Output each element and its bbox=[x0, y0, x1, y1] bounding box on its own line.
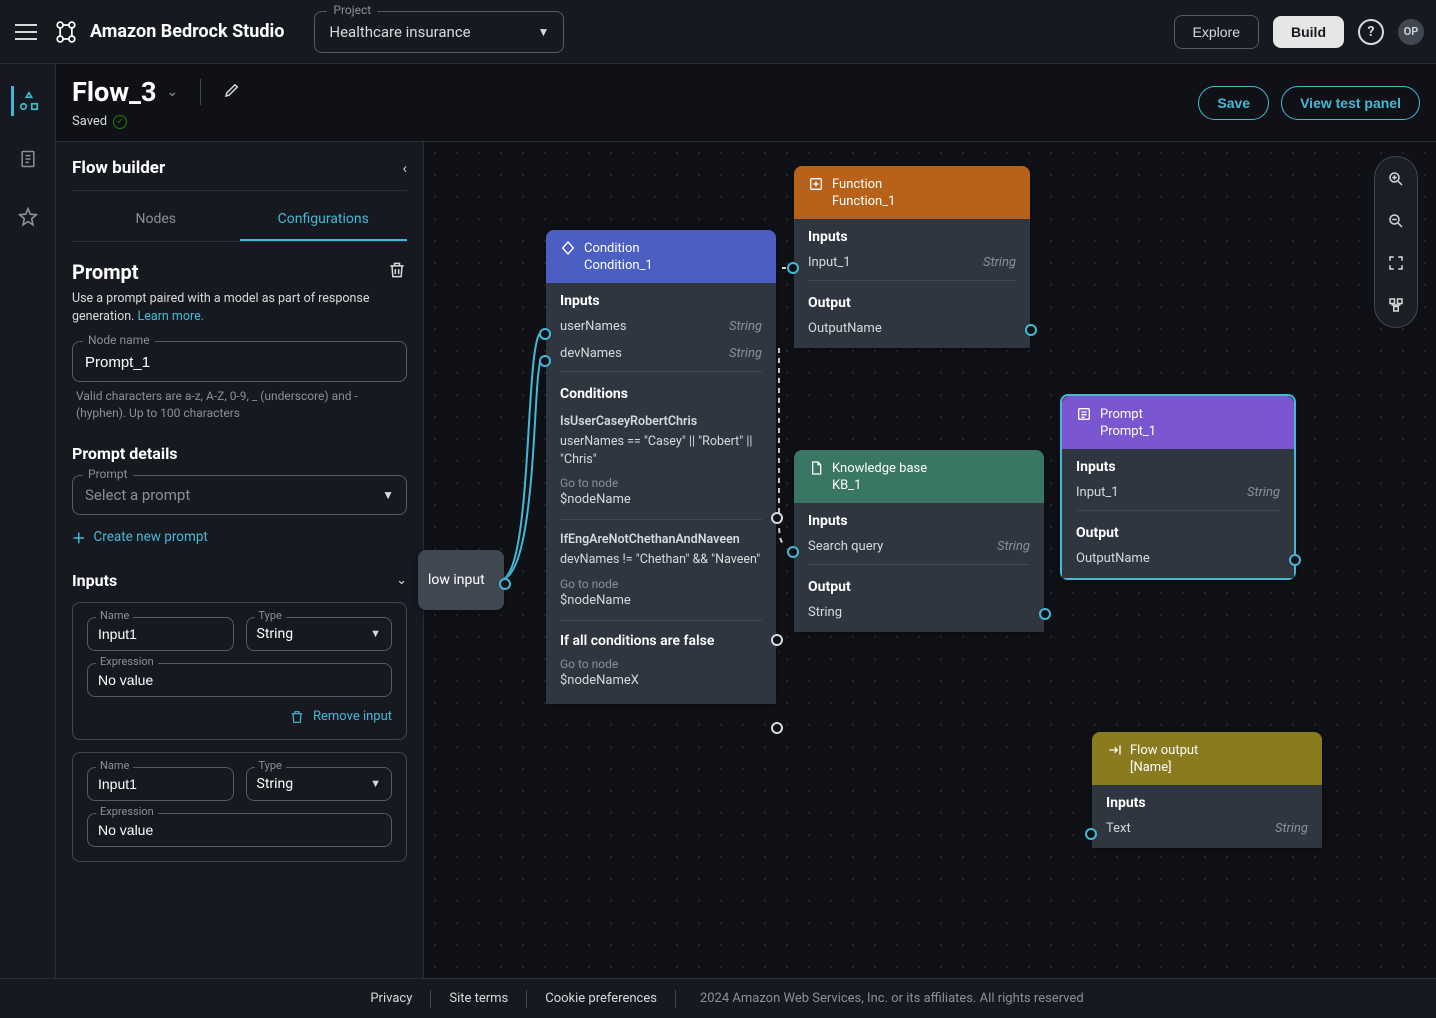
node-name-input[interactable] bbox=[85, 354, 394, 371]
flow-name: Flow_3 bbox=[72, 76, 157, 108]
output-port[interactable] bbox=[771, 634, 783, 646]
save-button[interactable]: Save bbox=[1198, 86, 1269, 120]
avatar[interactable]: OP bbox=[1398, 19, 1424, 45]
input-port[interactable] bbox=[787, 546, 799, 558]
footer-copyright: 2024 Amazon Web Services, Inc. or its af… bbox=[676, 991, 1084, 1006]
input-card: Name Type String ▼ Expression bbox=[72, 752, 407, 862]
delete-node-icon[interactable] bbox=[387, 260, 407, 284]
prompt-node[interactable]: Prompt Prompt_1 Inputs Input_1String Out… bbox=[1060, 394, 1296, 580]
fit-screen-icon[interactable] bbox=[1386, 253, 1406, 273]
rail-docs-icon[interactable] bbox=[13, 144, 43, 174]
check-icon: ✓ bbox=[113, 115, 127, 129]
output-port[interactable] bbox=[771, 512, 783, 524]
prompt-details-heading: Prompt details bbox=[72, 444, 407, 463]
saved-status: Saved ✓ bbox=[72, 114, 241, 129]
footer-terms[interactable]: Site terms bbox=[431, 991, 526, 1006]
trash-icon bbox=[289, 709, 305, 725]
project-selector[interactable]: Project Healthcare insurance ▼ bbox=[314, 11, 564, 53]
input-port[interactable] bbox=[539, 355, 551, 367]
rail-star-icon[interactable] bbox=[13, 202, 43, 232]
flow-canvas[interactable]: low input Condition Condition_1 Inputs u… bbox=[424, 142, 1436, 978]
create-prompt-link[interactable]: ＋ Create new prompt bbox=[72, 527, 407, 547]
flow-chevron-icon[interactable]: ⌄ bbox=[167, 84, 179, 100]
rail-flows-icon[interactable] bbox=[11, 86, 41, 116]
input-port[interactable] bbox=[1085, 828, 1097, 840]
build-button[interactable]: Build bbox=[1273, 16, 1344, 48]
condition-icon bbox=[560, 240, 576, 256]
remove-input-link[interactable]: Remove input bbox=[87, 709, 392, 725]
chevron-down-icon: ▼ bbox=[370, 627, 381, 640]
tab-configurations[interactable]: Configurations bbox=[240, 199, 408, 241]
learn-more-link[interactable]: Learn more. bbox=[138, 309, 205, 324]
node-name-hint: Valid characters are a-z, A-Z, 0-9, _ (u… bbox=[72, 388, 407, 422]
output-port[interactable] bbox=[1039, 608, 1051, 620]
zoom-controls bbox=[1374, 156, 1418, 328]
app-title: Amazon Bedrock Studio bbox=[90, 21, 284, 42]
footer-privacy[interactable]: Privacy bbox=[352, 991, 430, 1006]
knowledge-base-node[interactable]: Knowledge base KB_1 Inputs Search queryS… bbox=[794, 450, 1044, 632]
flow-output-node[interactable]: Flow output [Name] Inputs TextString bbox=[1092, 732, 1322, 848]
footer-cookies[interactable]: Cookie preferences bbox=[527, 991, 675, 1006]
input-expression-field[interactable]: Expression bbox=[87, 663, 392, 697]
plus-icon: ＋ bbox=[72, 527, 86, 547]
zoom-out-icon[interactable] bbox=[1386, 211, 1406, 231]
menu-toggle[interactable] bbox=[12, 18, 40, 46]
output-port[interactable] bbox=[1289, 554, 1301, 566]
help-icon[interactable]: ? bbox=[1358, 19, 1384, 45]
condition-node[interactable]: Condition Condition_1 Inputs userNamesSt… bbox=[546, 230, 776, 704]
output-port[interactable] bbox=[1025, 324, 1037, 336]
input-type-select[interactable]: Type String ▼ bbox=[246, 617, 393, 651]
output-port[interactable] bbox=[499, 578, 511, 590]
tab-nodes[interactable]: Nodes bbox=[72, 199, 240, 241]
collapse-panel-icon[interactable]: ‹ bbox=[402, 159, 407, 177]
input-port[interactable] bbox=[539, 328, 551, 340]
input-name-field[interactable]: Name bbox=[87, 767, 234, 801]
output-icon bbox=[1106, 742, 1122, 758]
node-name-field[interactable]: Node name bbox=[72, 341, 407, 382]
zoom-in-icon[interactable] bbox=[1386, 169, 1406, 189]
output-port[interactable] bbox=[771, 722, 783, 734]
chevron-down-icon: ▼ bbox=[382, 488, 394, 502]
chevron-down-icon: ▼ bbox=[370, 777, 381, 790]
edit-icon[interactable] bbox=[223, 81, 241, 103]
input-card: Name Type String ▼ Expression bbox=[72, 602, 407, 740]
input-expression-field[interactable]: Expression bbox=[87, 813, 392, 847]
function-node[interactable]: Function Function_1 Inputs Input_1String… bbox=[794, 166, 1030, 348]
flow-input-node[interactable]: low input bbox=[418, 550, 504, 610]
layout-icon[interactable] bbox=[1386, 295, 1406, 315]
input-port[interactable] bbox=[787, 262, 799, 274]
input-type-select[interactable]: Type String ▼ bbox=[246, 767, 393, 801]
inputs-collapse-icon[interactable]: ⌄ bbox=[396, 573, 407, 588]
logo: Amazon Bedrock Studio bbox=[52, 18, 284, 46]
chevron-down-icon: ▼ bbox=[538, 25, 550, 39]
input-name-field[interactable]: Name bbox=[87, 617, 234, 651]
inputs-heading: Inputs bbox=[72, 571, 117, 590]
bedrock-icon bbox=[52, 18, 80, 46]
explore-button[interactable]: Explore bbox=[1174, 15, 1259, 49]
section-prompt-heading: Prompt bbox=[72, 260, 139, 284]
prompt-select[interactable]: Prompt Select a prompt ▼ bbox=[72, 475, 407, 515]
view-test-panel-button[interactable]: View test panel bbox=[1281, 86, 1420, 120]
panel-title: Flow builder bbox=[72, 158, 165, 178]
function-icon bbox=[808, 176, 824, 192]
prompt-icon bbox=[1076, 406, 1092, 422]
document-icon bbox=[808, 460, 824, 476]
